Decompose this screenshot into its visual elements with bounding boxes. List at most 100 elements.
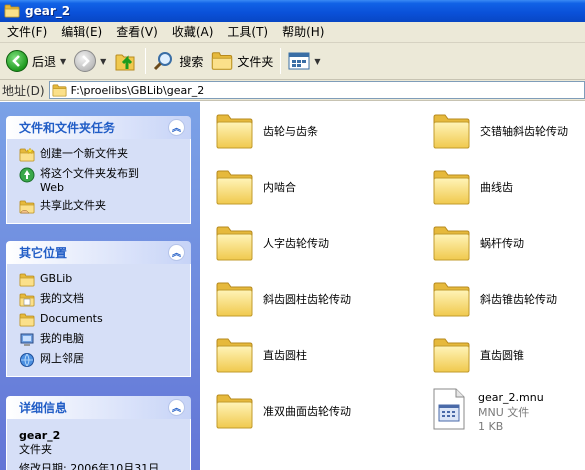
folder-icon (431, 224, 471, 262)
folder-item[interactable]: 直齿圆柱 (214, 336, 307, 374)
other-places-header[interactable]: 其它位置 ︽ (6, 241, 191, 264)
toolbar-separator (145, 48, 147, 74)
place-gblib[interactable]: GBLib (19, 272, 190, 288)
collapse-chevron-icon[interactable]: ︽ (168, 119, 185, 136)
folder-label: 直齿圆锥 (480, 349, 524, 362)
details-modified: 修改日期: 2006年10月31日, (19, 462, 163, 470)
folder-item[interactable]: 斜齿圆柱齿轮传动 (214, 280, 351, 318)
folders-icon (211, 50, 233, 72)
views-icon (288, 52, 310, 70)
title-bar[interactable]: gear_2 (0, 0, 585, 22)
folder-item[interactable]: 交错轴斜齿轮传动 (431, 112, 568, 150)
folders-button[interactable]: 文件夹 (207, 45, 277, 77)
file-meta: gear_2.mnu MNU 文件 1 KB (478, 391, 544, 433)
collapse-chevron-icon[interactable]: ︽ (168, 399, 185, 416)
menu-bar: 文件(F) 编辑(E) 查看(V) 收藏(A) 工具(T) 帮助(H) (0, 22, 585, 43)
toolbar-separator (280, 48, 282, 74)
task-new-folder[interactable]: 创建一个新文件夹 (19, 147, 190, 163)
search-label: 搜索 (179, 54, 204, 69)
network-icon (20, 353, 34, 367)
folders-label: 文件夹 (237, 54, 274, 69)
new-folder-icon (19, 147, 35, 163)
menu-favorites[interactable]: 收藏(A) (165, 22, 221, 43)
task-pane: 文件和文件夹任务 ︽ 创建一个新文件夹 将这个文件夹发布到 Web 共享此文件夹… (0, 102, 200, 470)
folder-label: 直齿圆柱 (263, 349, 307, 362)
address-input[interactable]: F:\proelibs\GBLib\gear_2 (48, 81, 585, 99)
task-label: 共享此文件夹 (40, 199, 106, 212)
other-places-body: GBLib 我的文档 Documents 我的电脑 网上邻居 (6, 264, 191, 377)
menu-help[interactable]: 帮助(H) (275, 22, 331, 43)
back-label: 后退 (32, 54, 57, 69)
file-tasks-panel: 文件和文件夹任务 ︽ 创建一个新文件夹 将这个文件夹发布到 Web 共享此文件夹 (6, 116, 191, 224)
folder-icon (431, 112, 471, 150)
back-button[interactable]: 后退 ▼ (2, 45, 70, 77)
folder-item[interactable]: 齿轮与齿条 (214, 112, 318, 150)
folder-label: 人字齿轮传动 (263, 237, 329, 250)
place-label: Documents (40, 312, 103, 325)
details-header[interactable]: 详细信息 ︽ (6, 396, 191, 419)
place-my-documents[interactable]: 我的文档 (19, 292, 190, 308)
details-body: gear_2 文件夹 修改日期: 2006年10月31日, (6, 419, 191, 470)
file-name: gear_2.mnu (478, 391, 544, 404)
menu-view[interactable]: 查看(V) (109, 22, 165, 43)
up-button[interactable] (110, 45, 142, 77)
place-label: 网上邻居 (40, 352, 84, 365)
folder-icon (431, 280, 471, 318)
folder-icon (214, 336, 254, 374)
menu-tools[interactable]: 工具(T) (220, 22, 275, 43)
folder-icon (431, 336, 471, 374)
other-places-title: 其它位置 (19, 246, 68, 260)
folder-item[interactable]: 准双曲面齿轮传动 (214, 392, 351, 430)
window-title: gear_2 (25, 4, 71, 18)
place-label: GBLib (40, 272, 73, 285)
place-network[interactable]: 网上邻居 (19, 352, 190, 368)
address-bar: 地址(D) F:\proelibs\GBLib\gear_2 (0, 80, 585, 101)
folder-item[interactable]: 斜齿锥齿轮传动 (431, 280, 557, 318)
collapse-chevron-icon[interactable]: ︽ (168, 244, 185, 261)
views-dropdown-icon[interactable]: ▼ (314, 57, 320, 66)
share-folder-icon (19, 199, 35, 215)
folder-label: 斜齿锥齿轮传动 (480, 293, 557, 306)
address-label: 地址(D) (2, 83, 45, 98)
folder-label: 交错轴斜齿轮传动 (480, 125, 568, 138)
folder-label: 准双曲面齿轮传动 (263, 405, 351, 418)
forward-button[interactable]: ▼ (70, 45, 110, 77)
file-item[interactable]: gear_2.mnu MNU 文件 1 KB (432, 388, 544, 433)
details-title: 详细信息 (19, 401, 68, 415)
place-my-computer[interactable]: 我的电脑 (19, 332, 190, 348)
folder-item[interactable]: 蜗杆传动 (431, 224, 524, 262)
folder-icon (214, 168, 254, 206)
folder-item[interactable]: 曲线齿 (431, 168, 513, 206)
back-dropdown-icon[interactable]: ▼ (60, 57, 66, 66)
menu-file[interactable]: 文件(F) (0, 22, 54, 43)
place-documents[interactable]: Documents (19, 312, 190, 328)
file-tasks-header[interactable]: 文件和文件夹任务 ︽ (6, 116, 191, 139)
place-label: 我的文档 (40, 292, 84, 305)
folder-label: 曲线齿 (480, 181, 513, 194)
folder-label: 齿轮与齿条 (263, 125, 318, 138)
task-label: 将这个文件夹发布到 Web (40, 167, 139, 194)
folder-item[interactable]: 内啮合 (214, 168, 296, 206)
folder-item[interactable]: 人字齿轮传动 (214, 224, 329, 262)
back-arrow-icon (6, 50, 28, 72)
other-places-panel: 其它位置 ︽ GBLib 我的文档 Documents 我的电脑 网上邻居 (6, 241, 191, 377)
folder-icon (214, 224, 254, 262)
forward-dropdown-icon[interactable]: ▼ (100, 57, 106, 66)
search-icon (154, 52, 173, 71)
my-documents-icon (19, 292, 35, 308)
menu-edit[interactable]: 编辑(E) (54, 22, 109, 43)
task-share-folder[interactable]: 共享此文件夹 (19, 199, 190, 215)
folder-icon (431, 168, 471, 206)
views-button[interactable]: ▼ (284, 45, 324, 77)
task-publish-web[interactable]: 将这个文件夹发布到 Web (19, 167, 190, 195)
my-computer-icon (20, 333, 34, 346)
folder-up-icon (115, 54, 135, 71)
folder-item[interactable]: 直齿圆锥 (431, 336, 524, 374)
details-type: 文件夹 (19, 443, 52, 456)
address-path: F:\proelibs\GBLib\gear_2 (70, 83, 205, 97)
search-button[interactable]: 搜索 (149, 45, 207, 77)
folder-icon (52, 83, 67, 98)
details-panel: 详细信息 ︽ gear_2 文件夹 修改日期: 2006年10月31日, (6, 396, 191, 470)
file-tasks-body: 创建一个新文件夹 将这个文件夹发布到 Web 共享此文件夹 (6, 139, 191, 224)
folder-icon (214, 280, 254, 318)
